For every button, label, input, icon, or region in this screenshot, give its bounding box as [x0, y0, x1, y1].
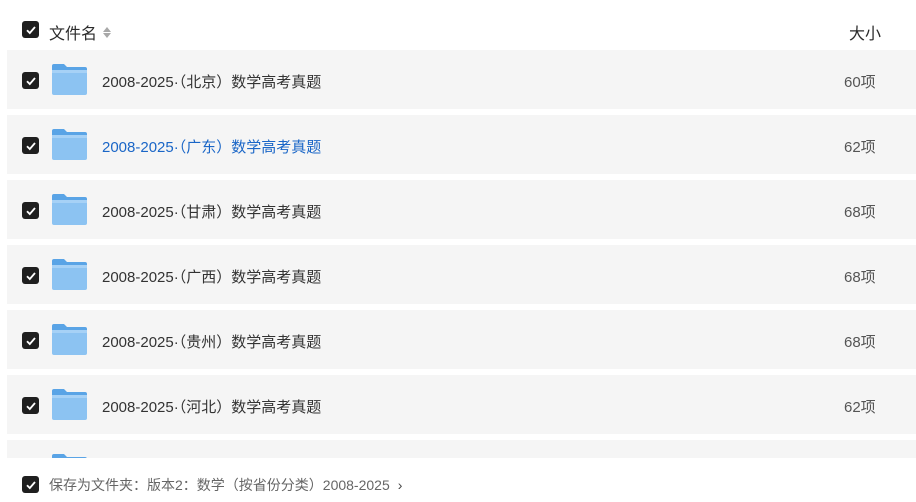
file-size: 68项 — [844, 204, 876, 221]
file-name: 2008-2025·（广东）数学高考真题 — [102, 139, 322, 156]
row-checkbox[interactable] — [22, 202, 39, 219]
check-icon — [25, 336, 36, 345]
row-checkbox[interactable] — [22, 267, 39, 284]
folder-icon — [52, 194, 87, 225]
column-name-label: 文件名 — [49, 26, 98, 43]
column-header-size[interactable]: 大小 — [849, 20, 881, 44]
folder-icon — [52, 389, 87, 420]
file-name: 2008-2025·（北京）数学高考真题 — [102, 74, 322, 91]
chevron-right-icon: › — [397, 477, 403, 493]
row-checkbox[interactable] — [22, 397, 39, 414]
file-name: 2008-2025·（甘肃）数学高考真题 — [102, 204, 322, 221]
save-folder-checkbox[interactable] — [22, 476, 39, 493]
sort-icon[interactable] — [103, 26, 112, 38]
file-list: 2008-2025·（北京）数学高考真题 60项 2008-2025·（广东）数… — [7, 50, 916, 458]
check-icon — [25, 25, 36, 34]
file-save-dialog: 文件名 大小 2008-2025·（北京）数学高考真题 60项 2008-202… — [0, 0, 916, 502]
check-icon — [25, 206, 36, 215]
list-item[interactable]: 2008-2025·（贵州）数学高考真题 68项 — [7, 310, 916, 369]
file-name: 2008-2025·（贵州）数学高考真题 — [102, 334, 322, 351]
file-size: 62项 — [844, 139, 876, 156]
check-icon — [25, 76, 36, 85]
row-checkbox[interactable] — [22, 72, 39, 89]
folder-icon — [52, 129, 87, 160]
check-icon — [25, 401, 36, 410]
list-item[interactable]: 2008-2025·（河北）数学高考真题 62项 — [7, 375, 916, 434]
file-size: 62项 — [844, 399, 876, 416]
column-header-name[interactable]: 文件名 — [49, 20, 112, 44]
row-checkbox[interactable] — [22, 332, 39, 349]
save-path-label: 保存为文件夹：版本2：数学（按省份分类）2008-2025 — [49, 477, 390, 493]
file-size: 68项 — [844, 269, 876, 286]
file-size: 60项 — [844, 74, 876, 91]
save-path-link[interactable]: 保存为文件夹：版本2：数学（按省份分类）2008-2025 › — [49, 475, 402, 495]
list-item[interactable]: 2008-2025·（广西）数学高考真题 68项 — [7, 245, 916, 304]
file-size: 68项 — [844, 334, 876, 351]
folder-icon — [52, 64, 87, 95]
list-item[interactable]: 2008-2025·（广东）数学高考真题 62项 — [7, 115, 916, 174]
list-header: 文件名 大小 — [0, 0, 916, 50]
check-icon — [25, 271, 36, 280]
select-all-checkbox[interactable] — [22, 21, 39, 38]
save-location-bar: 保存为文件夹：版本2：数学（按省份分类）2008-2025 › — [0, 458, 916, 502]
row-checkbox[interactable] — [22, 137, 39, 154]
list-item[interactable] — [7, 440, 916, 458]
check-icon — [25, 480, 36, 489]
list-item[interactable]: 2008-2025·（北京）数学高考真题 60项 — [7, 50, 916, 109]
check-icon — [25, 141, 36, 150]
file-name: 2008-2025·（河北）数学高考真题 — [102, 399, 322, 416]
folder-icon — [52, 324, 87, 355]
file-name: 2008-2025·（广西）数学高考真题 — [102, 269, 322, 286]
folder-icon — [52, 259, 87, 290]
list-item[interactable]: 2008-2025·（甘肃）数学高考真题 68项 — [7, 180, 916, 239]
